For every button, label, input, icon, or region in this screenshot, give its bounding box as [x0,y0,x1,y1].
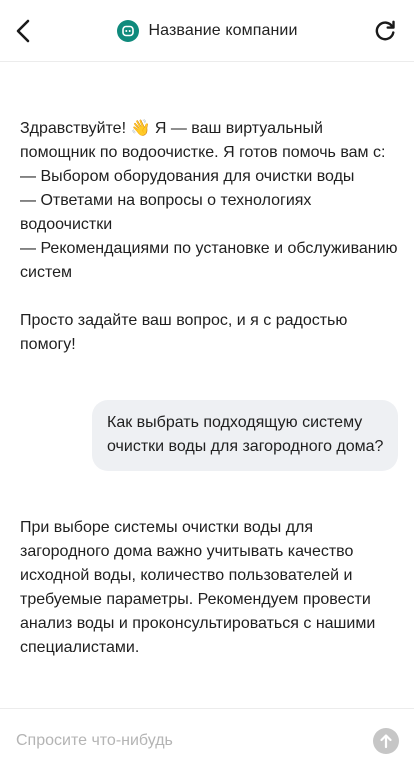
bot-message-list-item: — Ответами на вопросы о технологиях водо… [20,192,312,233]
chat-thread: Здравствуйте! 👋 Я — ваш виртуальный помо… [0,63,414,708]
header: Название компании [0,0,414,62]
bot-message: При выборе системы очистки воды для заго… [20,516,404,660]
message-input[interactable] [16,729,356,753]
user-message: Как выбрать подходящую систему очистки в… [92,400,398,471]
bot-message-text: При выборе системы очистки воды для заго… [20,519,376,656]
composer [0,708,414,770]
back-button[interactable] [10,17,36,45]
bot-message-outro: Просто задайте ваш вопрос, и я с радость… [20,312,348,353]
bot-message-list-item: — Выбором оборудования для очистки воды [20,168,355,185]
company-logo [116,19,139,42]
arrow-up-icon [380,734,392,749]
bot-message-list-item: — Рекомендациями по установке и обслужив… [20,240,398,281]
refresh-icon [375,20,395,41]
refresh-button[interactable] [372,18,398,44]
bot-message: Здравствуйте! 👋 Я — ваш виртуальный помо… [20,117,400,357]
bot-icon [121,25,134,36]
chevron-left-icon [16,19,30,43]
send-button[interactable] [373,728,399,754]
header-title-group: Название компании [116,19,298,42]
page-title: Название компании [148,21,298,39]
chat-app: Название компании Здравствуйте! 👋 Я — ва… [0,0,414,770]
bot-message-intro: Здравствуйте! 👋 Я — ваш виртуальный помо… [20,120,386,161]
